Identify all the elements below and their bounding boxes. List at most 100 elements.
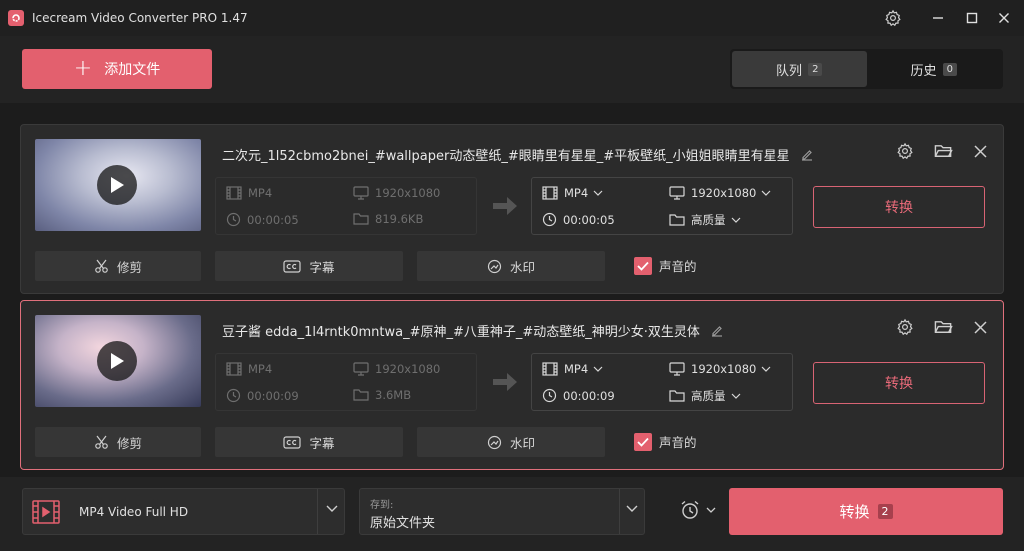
chevron-down-icon <box>706 507 716 513</box>
save-to-dropdown[interactable]: 存到: 原始文件夹 <box>359 488 645 535</box>
output-quality-dropdown[interactable]: 高质量 <box>669 388 747 404</box>
dropdown-divider <box>619 489 620 534</box>
preset-label: MP4 Video Full HD <box>79 504 189 519</box>
trim-button[interactable]: 修剪 <box>35 251 201 281</box>
source-duration: 00:00:09 <box>226 388 299 403</box>
app-title: Icecream Video Converter PRO 1.47 <box>32 11 248 25</box>
audio-toggle[interactable]: 声音的 <box>634 432 697 451</box>
file-settings-gear-icon[interactable] <box>893 139 917 163</box>
source-info: MP4 1920x1080 00:00:05 819.6KB <box>215 177 477 235</box>
output-settings: MP4 1920x1080 00:00:09 高质量 <box>531 353 793 411</box>
source-resolution: 1920x1080 <box>353 362 440 376</box>
queue-history-tabs: 队列 2 历史 0 <box>730 49 1003 89</box>
film-icon <box>226 362 242 376</box>
convert-button[interactable]: 转换 <box>813 186 985 228</box>
arrow-right-icon <box>493 197 517 215</box>
chevron-down-icon <box>761 190 771 196</box>
subtitles-cc-icon <box>283 435 302 449</box>
file-card[interactable]: 二次元_1l52cbmo2bnei_#wallpaper动态壁纸_#眼睛里有星星… <box>20 124 1004 294</box>
clock-icon <box>226 388 241 403</box>
chevron-down-icon <box>731 393 740 399</box>
monitor-icon <box>353 186 369 200</box>
audio-label: 声音的 <box>659 435 697 450</box>
watermark-button[interactable]: 水印 <box>417 251 605 281</box>
play-icon[interactable] <box>97 341 137 381</box>
output-resolution-dropdown[interactable]: 1920x1080 <box>669 186 777 200</box>
output-quality-dropdown[interactable]: 高质量 <box>669 212 747 228</box>
convert-all-button[interactable]: 转换 2 <box>729 488 1003 535</box>
output-format-dropdown[interactable]: MP4 <box>542 362 609 376</box>
queue-count-badge: 2 <box>808 62 823 76</box>
subtitles-button[interactable]: 字幕 <box>215 251 403 281</box>
checkmark-icon <box>637 261 649 271</box>
chevron-down-icon <box>761 366 771 372</box>
settings-gear-icon[interactable] <box>879 6 907 30</box>
schedule-button[interactable] <box>680 500 716 520</box>
plus-icon: + <box>73 56 93 81</box>
maximize-icon[interactable] <box>958 6 986 30</box>
play-icon[interactable] <box>97 165 137 205</box>
audio-checkbox[interactable] <box>634 432 652 451</box>
chevron-down-icon <box>326 505 338 512</box>
watermark-button[interactable]: 水印 <box>417 427 605 457</box>
remove-file-icon[interactable] <box>968 315 992 339</box>
scissors-icon <box>95 435 108 449</box>
film-icon <box>542 186 558 200</box>
source-resolution: 1920x1080 <box>353 186 440 200</box>
folder-icon <box>669 214 685 226</box>
file-name: 二次元_1l52cbmo2bnei_#wallpaper动态壁纸_#眼睛里有星星… <box>222 145 814 164</box>
history-count-badge: 0 <box>942 62 957 76</box>
film-icon <box>226 186 242 200</box>
folder-icon <box>669 390 685 402</box>
clock-icon <box>542 388 557 403</box>
convert-count-badge: 2 <box>877 504 893 519</box>
tab-history[interactable]: 历史 0 <box>867 51 1002 87</box>
monitor-icon <box>669 186 685 200</box>
audio-toggle[interactable]: 声音的 <box>634 256 697 275</box>
add-file-button[interactable]: + 添加文件 <box>22 49 212 89</box>
scissors-icon <box>95 259 108 273</box>
output-duration[interactable]: 00:00:09 <box>542 388 615 403</box>
video-thumbnail[interactable] <box>35 315 201 407</box>
trim-button[interactable]: 修剪 <box>35 427 201 457</box>
save-to-value: 原始文件夹 <box>370 516 436 531</box>
clock-icon <box>542 212 557 227</box>
output-format-dropdown[interactable]: MP4 <box>542 186 609 200</box>
chevron-down-icon <box>593 190 603 196</box>
output-resolution-dropdown[interactable]: 1920x1080 <box>669 362 777 376</box>
open-folder-icon[interactable] <box>931 315 955 339</box>
dropdown-divider <box>317 489 318 534</box>
film-icon <box>542 362 558 376</box>
audio-checkbox[interactable] <box>634 256 652 275</box>
checkmark-icon <box>637 437 649 447</box>
file-card[interactable]: 豆子酱 edda_1l4rntk0mntwa_#原神_#八重神子_#动态壁纸_神… <box>20 300 1004 470</box>
arrow-right-icon <box>493 373 517 391</box>
subtitles-cc-icon <box>283 259 302 273</box>
video-thumbnail[interactable] <box>35 139 201 231</box>
output-preset-dropdown[interactable]: MP4 Video Full HD <box>22 488 345 535</box>
chevron-down-icon <box>626 505 638 512</box>
file-settings-gear-icon[interactable] <box>893 315 917 339</box>
subtitles-button[interactable]: 字幕 <box>215 427 403 457</box>
monitor-icon <box>353 362 369 376</box>
close-window-icon[interactable] <box>990 6 1018 30</box>
source-size: 819.6KB <box>353 212 423 226</box>
video-format-icon <box>32 499 60 524</box>
folder-icon <box>353 389 369 401</box>
source-duration: 00:00:05 <box>226 212 299 227</box>
output-settings: MP4 1920x1080 00:00:05 高质量 <box>531 177 793 235</box>
minimize-icon[interactable] <box>924 6 952 30</box>
app-logo-icon <box>8 10 24 26</box>
edit-name-icon[interactable] <box>710 324 724 338</box>
convert-button[interactable]: 转换 <box>813 362 985 404</box>
alarm-clock-icon <box>681 500 699 519</box>
source-format: MP4 <box>226 362 272 376</box>
output-duration[interactable]: 00:00:05 <box>542 212 615 227</box>
edit-name-icon[interactable] <box>800 148 814 162</box>
title-bar: Icecream Video Converter PRO 1.47 <box>0 0 1024 36</box>
tab-queue[interactable]: 队列 2 <box>732 51 867 87</box>
source-info: MP4 1920x1080 00:00:09 3.6MB <box>215 353 477 411</box>
open-folder-icon[interactable] <box>931 139 955 163</box>
remove-file-icon[interactable] <box>968 139 992 163</box>
convert-all-label: 转换 <box>839 503 870 521</box>
